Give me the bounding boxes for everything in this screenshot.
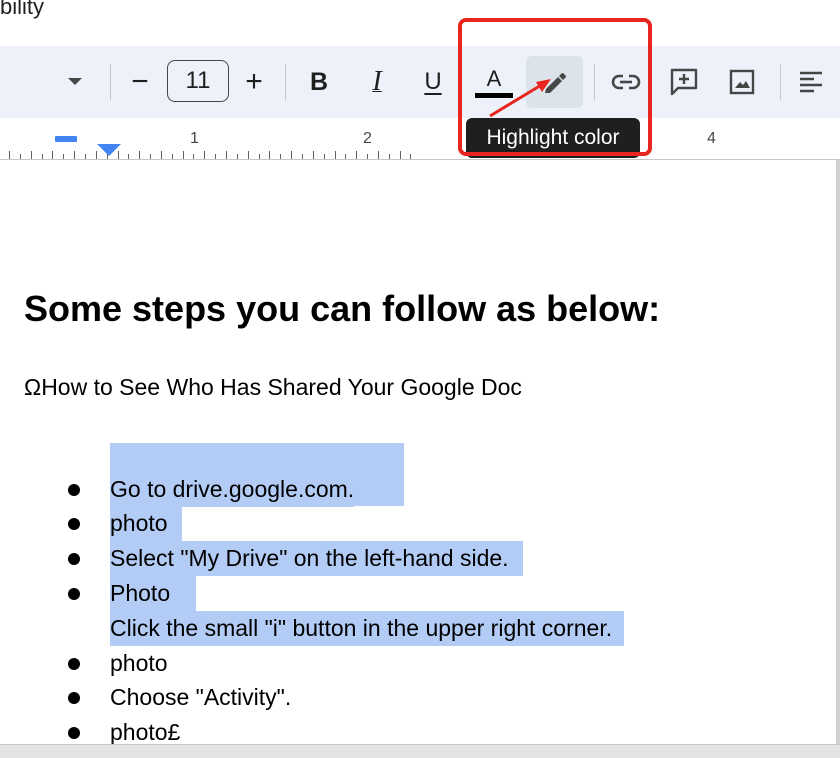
menu-item-accessibility[interactable]: bility bbox=[0, 0, 44, 20]
ruler-tick bbox=[128, 154, 129, 159]
ruler-tick bbox=[107, 154, 108, 159]
font-dropdown-chevron-down-icon[interactable] bbox=[60, 46, 90, 118]
list-bullet bbox=[68, 658, 80, 670]
ruler-tick bbox=[335, 151, 336, 159]
ruler-tick bbox=[63, 154, 64, 159]
ruler-tick bbox=[237, 154, 238, 159]
ruler-tick bbox=[215, 154, 216, 159]
increase-font-size-button[interactable]: + bbox=[238, 46, 270, 118]
italic-button[interactable]: I bbox=[360, 46, 394, 118]
ruler-tick bbox=[248, 151, 249, 159]
ruler-number: 1 bbox=[190, 130, 199, 147]
ruler-tick bbox=[74, 151, 75, 159]
document-heading[interactable]: Some steps you can follow as below: bbox=[24, 288, 660, 330]
list-bullet bbox=[68, 484, 80, 496]
ruler-tick bbox=[302, 154, 303, 159]
ruler-tick bbox=[31, 151, 32, 159]
ruler-tick bbox=[20, 154, 21, 159]
highlight-color-tooltip: Highlight color bbox=[466, 118, 640, 158]
list-item-text: Select "My Drive" on the left-hand side. bbox=[110, 541, 523, 576]
menu-bar: bility bbox=[0, 0, 840, 46]
ruler-tick bbox=[324, 154, 325, 159]
ruler-tick bbox=[204, 151, 205, 159]
list-bullet bbox=[68, 518, 80, 530]
ruler-tick bbox=[118, 151, 119, 159]
list-item-text: Go to drive.google.com. bbox=[110, 472, 355, 507]
pencil-highlighter-icon bbox=[544, 73, 566, 93]
ruler-tick bbox=[52, 151, 53, 159]
list-item-text: photo bbox=[110, 650, 168, 676]
ruler-tick bbox=[400, 151, 401, 159]
decrease-font-size-button[interactable]: − bbox=[124, 46, 156, 118]
horizontal-ruler[interactable]: 1 2 4 bbox=[0, 118, 840, 160]
list-item-text: Photo bbox=[110, 576, 197, 611]
text-color-letter: A bbox=[486, 66, 502, 91]
list-item[interactable]: Click the small "i" button in the upper … bbox=[110, 611, 625, 646]
list-bullet bbox=[68, 588, 80, 600]
add-comment-icon bbox=[670, 68, 698, 96]
font-size-input[interactable]: 11 bbox=[167, 60, 229, 102]
ruler-tick bbox=[226, 151, 227, 159]
ruler-tick bbox=[96, 151, 97, 159]
list-bullet bbox=[68, 727, 80, 739]
link-icon bbox=[611, 74, 641, 90]
list-item[interactable]: Choose "Activity". bbox=[110, 680, 291, 715]
insert-image-button[interactable] bbox=[722, 46, 762, 118]
ruler-tick bbox=[389, 154, 390, 159]
ruler-tick bbox=[378, 151, 379, 159]
toolbar-divider bbox=[594, 64, 595, 100]
toolbar-divider bbox=[780, 64, 781, 100]
list-item[interactable]: photo bbox=[110, 506, 182, 541]
bold-button[interactable]: B bbox=[302, 46, 336, 118]
align-left-icon bbox=[800, 71, 822, 93]
align-left-button[interactable] bbox=[794, 46, 828, 118]
ruler-tick bbox=[172, 154, 173, 159]
list-item[interactable]: photo bbox=[110, 646, 168, 681]
formatting-toolbar: − 11 + B I U A bbox=[0, 46, 840, 118]
ruler-number: 2 bbox=[363, 130, 372, 147]
document-canvas[interactable]: Some steps you can follow as below: ΩHow… bbox=[0, 160, 840, 745]
text-color-swatch bbox=[475, 93, 513, 98]
insert-link-button[interactable] bbox=[606, 46, 646, 118]
ruler-tick bbox=[410, 154, 411, 159]
ruler-tick bbox=[291, 151, 292, 159]
list-bullet bbox=[68, 692, 80, 704]
list-item[interactable]: Photo bbox=[110, 576, 197, 611]
toolbar-divider bbox=[110, 64, 111, 100]
list-item-text: photo bbox=[110, 506, 182, 541]
ruler-tick bbox=[139, 151, 140, 159]
ruler-tick bbox=[150, 154, 151, 159]
underline-button[interactable]: U bbox=[416, 46, 450, 118]
list-item[interactable]: Select "My Drive" on the left-hand side. bbox=[110, 541, 523, 576]
toolbar-divider bbox=[285, 64, 286, 100]
ruler-tick bbox=[313, 151, 314, 159]
highlight-color-button[interactable] bbox=[526, 56, 583, 108]
list-item[interactable]: Go to drive.google.com. bbox=[110, 472, 355, 507]
ruler-tick bbox=[9, 151, 10, 159]
ruler-number: 4 bbox=[707, 130, 716, 147]
ruler-tick bbox=[367, 154, 368, 159]
ruler-tick bbox=[85, 154, 86, 159]
text-color-button[interactable]: A bbox=[474, 46, 514, 118]
ruler-tick bbox=[280, 154, 281, 159]
add-comment-button[interactable] bbox=[664, 46, 704, 118]
ruler-tick bbox=[345, 154, 346, 159]
image-icon bbox=[729, 69, 755, 95]
ruler-tick bbox=[183, 151, 184, 159]
horizontal-scrollbar[interactable] bbox=[0, 744, 840, 758]
page-right-edge bbox=[836, 160, 840, 744]
document-subtitle[interactable]: ΩHow to See Who Has Shared Your Google D… bbox=[24, 374, 522, 401]
ruler-tick bbox=[42, 154, 43, 159]
list-item-text: Click the small "i" button in the upper … bbox=[110, 611, 625, 646]
ruler-tick bbox=[269, 151, 270, 159]
ruler-tick bbox=[356, 151, 357, 159]
list-bullet bbox=[68, 553, 80, 565]
ruler-tick bbox=[161, 151, 162, 159]
list-item-text: Choose "Activity". bbox=[110, 684, 292, 710]
ruler-tick bbox=[193, 154, 194, 159]
first-line-indent-marker[interactable] bbox=[55, 136, 77, 142]
ruler-tick bbox=[259, 154, 260, 159]
